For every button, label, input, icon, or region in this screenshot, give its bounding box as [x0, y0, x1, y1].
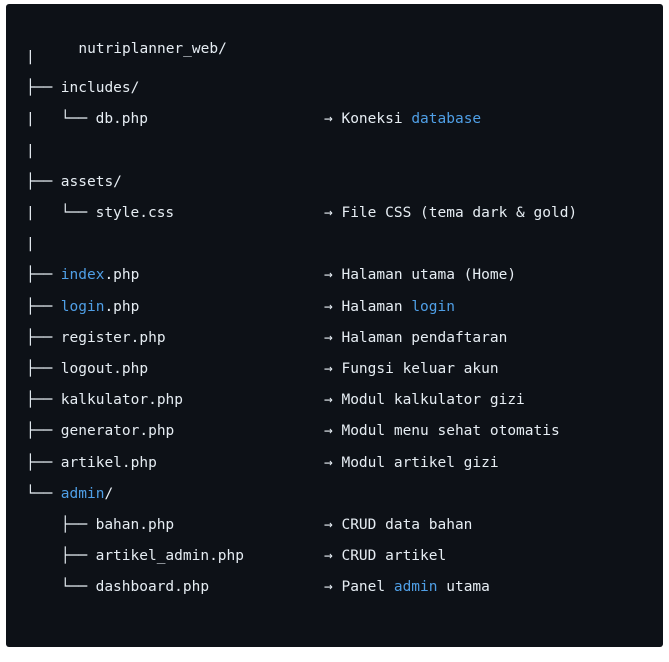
- file-name: bahan.php: [96, 514, 175, 536]
- description-segment: → Halaman pendaftaran: [324, 329, 508, 346]
- name-segment: logout.php: [60, 361, 149, 377]
- tree-row: ├── index.php → Halaman utama (Home): [26, 264, 656, 286]
- tree-branch-glyph: |: [26, 142, 35, 159]
- name-segment: kalkulator.php: [60, 392, 184, 409]
- description-segment: utama: [437, 579, 490, 596]
- tree-branch-glyph: |: [26, 236, 35, 253]
- name-segment: bahan.php: [95, 517, 175, 533]
- tree-branch-glyph: ├──: [26, 298, 61, 315]
- file-name: artikel_admin.php: [96, 545, 244, 567]
- name-segment: dashboard.php: [95, 579, 210, 596]
- tree-branch-glyph: ├──: [26, 392, 61, 409]
- file-description: → File CSS (tema dark & gold): [324, 202, 577, 224]
- name-segment: style.css: [95, 205, 175, 221]
- file-name: admin/: [61, 483, 113, 505]
- file-description: → Halaman login: [324, 296, 455, 318]
- file-name: includes/: [61, 77, 140, 99]
- tree-row: | └── db.php → Koneksi database: [26, 108, 656, 130]
- description-segment: → File CSS (tema dark & gold): [324, 205, 578, 221]
- tree-row: ├── bahan.php → CRUD data bahan: [26, 514, 656, 536]
- file-description: → Halaman utama (Home): [324, 264, 516, 286]
- tree-row: |: [26, 140, 656, 162]
- description-segment: → Halaman utama (Home): [324, 267, 517, 284]
- description-segment: → Koneksi: [324, 111, 412, 128]
- tree-root: nutriplanner_web/: [26, 16, 226, 57]
- tree-row: ├── generator.php → Modul menu sehat otom…: [26, 420, 656, 442]
- tree-row: |: [26, 233, 656, 255]
- tree-branch-glyph: |: [26, 49, 35, 65]
- name-segment: artikel_admin.php: [95, 548, 244, 565]
- keyword-highlight: database: [411, 111, 482, 128]
- keyword-highlight: admin: [393, 579, 438, 596]
- tree-row: └── admin/: [26, 483, 656, 505]
- tree-branch-glyph: └──: [26, 485, 61, 502]
- code-block: nutriplanner_web/ | ├── includes/ | └── db…: [6, 4, 663, 647]
- file-description: → Fungsi keluar akun: [324, 358, 499, 380]
- file-description: → CRUD data bahan: [324, 514, 472, 536]
- tree-branch-glyph: ├──: [26, 267, 61, 284]
- file-name: db.php: [96, 108, 148, 130]
- tree-row: |: [26, 46, 656, 68]
- name-segment: .php: [104, 298, 140, 315]
- tree-row: ├── artikel.php → Modul artikel gizi: [26, 452, 656, 474]
- name-segment: /: [104, 485, 114, 502]
- file-name: artikel.php: [61, 452, 157, 474]
- description-segment: → CRUD data bahan: [324, 517, 473, 533]
- tree-branch-glyph: ├──: [26, 548, 96, 565]
- tree-branch-glyph: | └──: [26, 111, 96, 128]
- name-segment: register.php: [60, 329, 166, 346]
- file-name: style.css: [96, 202, 175, 224]
- description-segment: → Fungsi keluar akun: [324, 361, 499, 377]
- tree-branch-glyph: ├──: [26, 517, 96, 533]
- name-segment: db.php: [95, 111, 148, 128]
- tree-row: ├── assets/: [26, 171, 656, 193]
- file-description: → Koneksi database: [324, 108, 481, 130]
- keyword-highlight: login: [411, 298, 455, 315]
- description-segment: → Modul artikel gizi: [324, 454, 499, 471]
- tree-branch-glyph: ├──: [26, 173, 61, 190]
- description-segment: → CRUD artikel: [324, 548, 447, 565]
- file-description: → Panel admin utama: [324, 576, 490, 598]
- keyword-highlight: login: [60, 298, 105, 315]
- tree-row: ├── kalkulator.php → Modul kalkulator giz…: [26, 389, 656, 411]
- tree-branch-glyph: ├──: [26, 80, 61, 97]
- file-name: login.php: [61, 296, 140, 318]
- tree-row: ├── includes/: [26, 77, 656, 99]
- file-description: → CRUD artikel: [324, 545, 446, 567]
- description-segment: → Panel: [324, 579, 394, 596]
- tree-branch-glyph: └──: [26, 579, 96, 596]
- file-name: kalkulator.php: [61, 389, 183, 411]
- tree-branch-glyph: ├──: [26, 423, 61, 440]
- keyword-highlight: index: [60, 267, 105, 284]
- tree-row: | └── style.css → File CSS (tema dark & g…: [26, 202, 656, 224]
- description-segment: → Halaman: [324, 298, 412, 315]
- tree-row: ├── artikel_admin.php → CRUD artikel: [26, 545, 656, 567]
- file-name: dashboard.php: [96, 576, 210, 598]
- tree-branch-glyph: ├──: [26, 454, 61, 471]
- file-description: → Modul kalkulator gizi: [324, 389, 525, 411]
- name-segment: includes/: [60, 80, 140, 97]
- tree-branch-glyph: ├──: [26, 361, 61, 377]
- file-name: register.php: [61, 327, 166, 349]
- description-segment: → Modul kalkulator gizi: [324, 392, 525, 409]
- name-segment: assets/: [60, 173, 122, 190]
- file-description: → Modul menu sehat otomatis: [324, 420, 560, 442]
- tree-row: └── dashboard.php → Panel admin utama: [26, 576, 656, 598]
- file-name: assets/: [61, 171, 122, 193]
- keyword-highlight: admin: [60, 485, 105, 502]
- tree-branch-glyph: ├──: [26, 329, 61, 346]
- file-name: logout.php: [61, 358, 148, 380]
- name-segment: artikel.php: [60, 454, 157, 471]
- file-description: → Halaman pendaftaran: [324, 327, 507, 349]
- name-segment: .php: [104, 267, 140, 284]
- tree-row: ├── register.php → Halaman pendaftaran: [26, 327, 656, 349]
- tree-branch-glyph: | └──: [26, 205, 96, 221]
- name-segment: generator.php: [60, 423, 175, 440]
- tree-row: ├── logout.php → Fungsi keluar akun: [26, 358, 656, 380]
- file-description: → Modul artikel gizi: [324, 452, 499, 474]
- tree-row: ├── login.php → Halaman login: [26, 296, 656, 318]
- file-name: generator.php: [61, 420, 175, 442]
- file-name: index.php: [61, 264, 140, 286]
- description-segment: → Modul menu sehat otomatis: [324, 423, 560, 440]
